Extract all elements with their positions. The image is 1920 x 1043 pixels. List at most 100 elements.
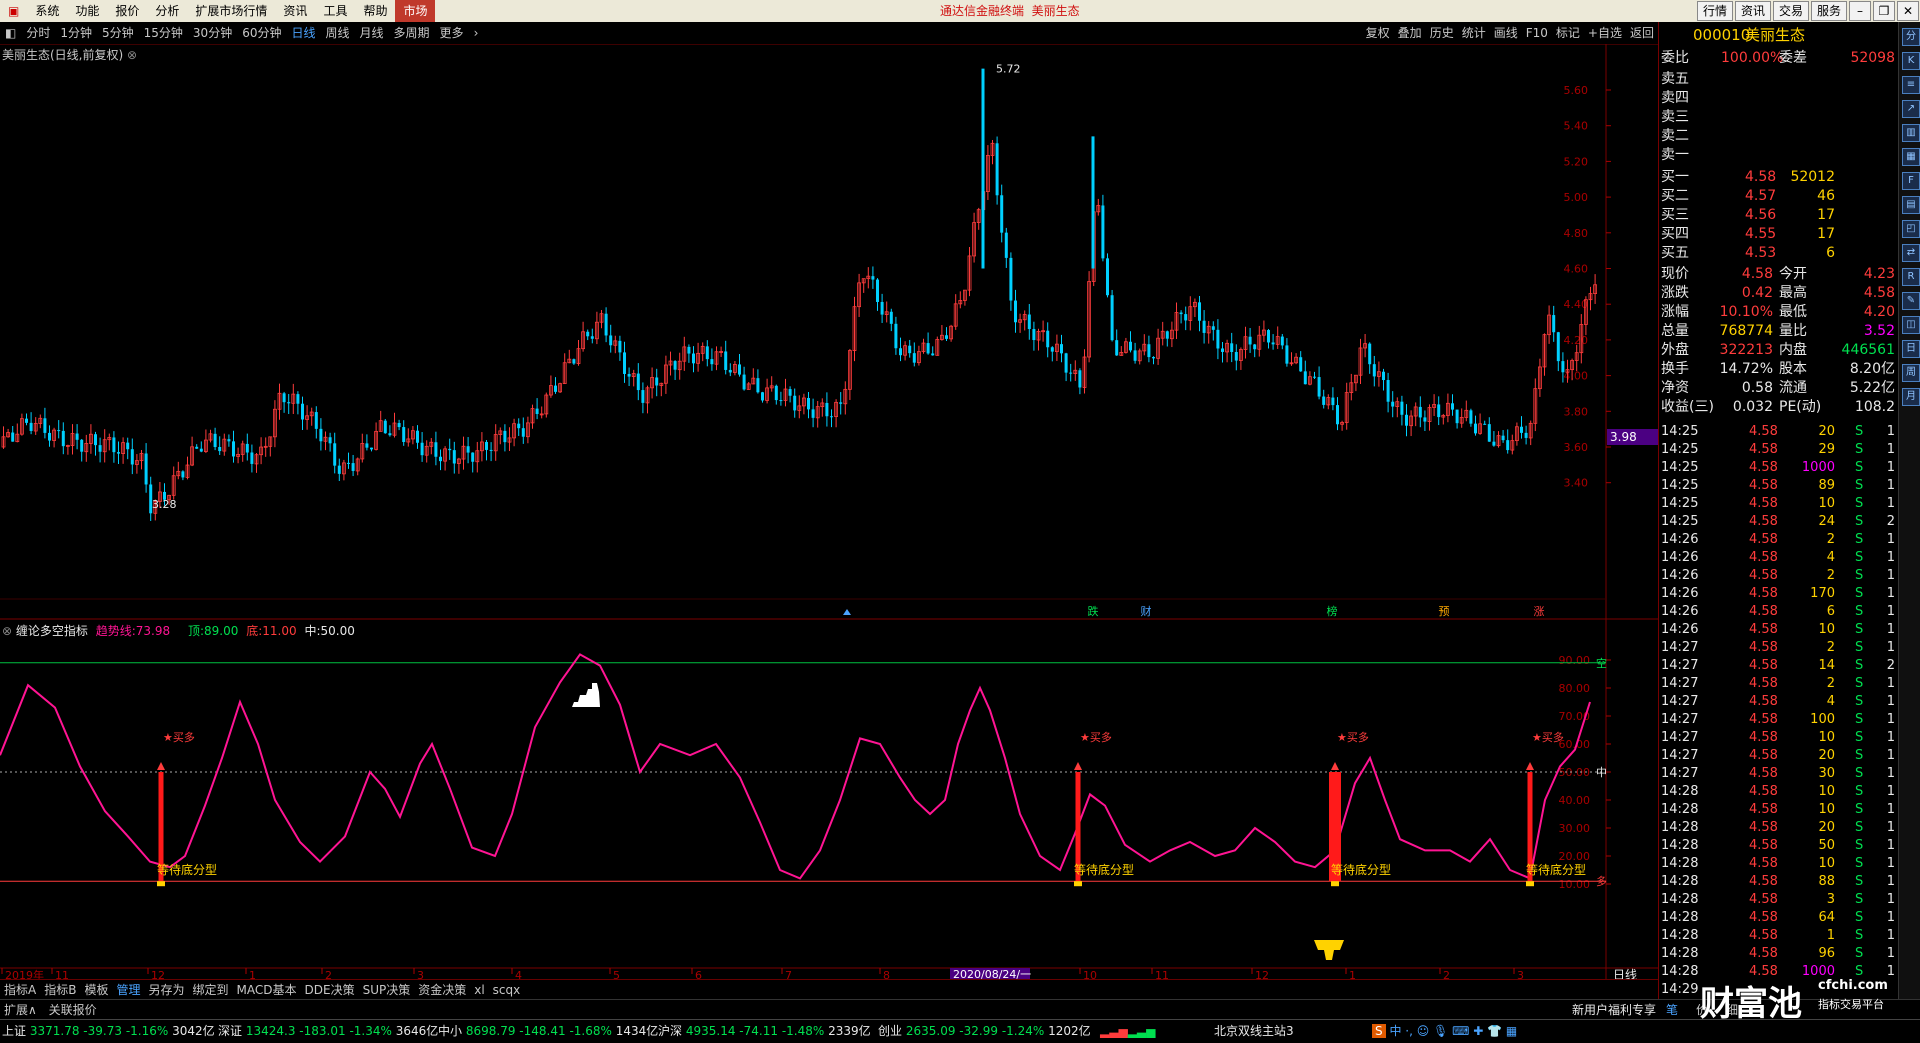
tick-count: 1 — [1886, 424, 1895, 439]
tool-5[interactable]: F10 — [1522, 22, 1552, 44]
day-icon[interactable]: 日 — [1902, 340, 1920, 358]
trend-icon[interactable]: ↗ — [1902, 100, 1920, 118]
period-1[interactable]: 1分钟 — [55, 22, 97, 44]
period-2[interactable]: 5分钟 — [97, 22, 139, 44]
tool-2[interactable]: 历史 — [1426, 22, 1458, 44]
menu-market[interactable]: 市场 — [395, 0, 436, 22]
tool-7[interactable]: +自选 — [1584, 22, 1626, 44]
period-6[interactable]: 日线 — [286, 22, 320, 44]
bar-icon[interactable]: ▥ — [1902, 124, 1920, 142]
candle-body — [912, 353, 916, 363]
news-button[interactable]: 资讯 — [1734, 1, 1771, 21]
indicator-tab-10[interactable]: xl — [470, 980, 488, 1000]
menu-item-4[interactable]: 扩展市场行情 — [187, 0, 275, 22]
indicator-tab-0[interactable]: 指标A — [0, 980, 40, 1000]
candle-body — [1501, 435, 1505, 441]
tool-1[interactable]: 叠加 — [1394, 22, 1426, 44]
menu-item-0[interactable]: 系统 — [27, 0, 67, 22]
menu-item-7[interactable]: 帮助 — [355, 0, 395, 22]
indicator-tab-2[interactable]: 模板 — [80, 980, 112, 1000]
expand-button[interactable]: 扩展∧ — [0, 1000, 41, 1020]
compare-icon[interactable]: ⇄ — [1902, 244, 1920, 262]
tick-price: 4.58 — [1749, 910, 1778, 925]
tick-row: 14:25 4.58 1000 S 1 — [1659, 459, 1899, 477]
chart-area[interactable]: 5.60 5.40 5.20 5.00 4.80 4.60 4.40 4.20 4.00 3.80… — [0, 43, 1658, 998]
close-icon[interactable]: ✕ — [1897, 1, 1919, 21]
indicator-tab-7[interactable]: DDE决策 — [301, 980, 359, 1000]
menu-item-3[interactable]: 分析 — [147, 0, 187, 22]
period-8[interactable]: 月线 — [355, 22, 389, 44]
osc-tick-label: 30.00 — [1559, 822, 1591, 835]
tool-8[interactable]: 返回 — [1626, 22, 1658, 44]
event-mark[interactable]: 预 — [1439, 605, 1450, 618]
index-quote[interactable]: 上证 3371.78 -39.73 -1.16% 3042亿 — [2, 1020, 215, 1043]
minimize-icon[interactable]: – — [1849, 1, 1871, 21]
tool-0[interactable]: 复权 — [1362, 22, 1394, 44]
indicator-tab-8[interactable]: SUP决策 — [359, 980, 415, 1000]
tool-4[interactable]: 画线 — [1490, 22, 1522, 44]
event-mark[interactable]: 涨 — [1534, 605, 1545, 618]
panel-toggle-icon[interactable]: ◧ — [0, 22, 21, 44]
candle-body — [1451, 403, 1454, 410]
service-button[interactable]: 服务 — [1810, 1, 1847, 21]
index-quote[interactable]: 深证 13424.3 -183.01 -1.34% 3646亿 — [218, 1020, 438, 1043]
chart-icon[interactable]: ◰ — [1902, 220, 1920, 238]
layer-icon[interactable]: ◫ — [1902, 316, 1920, 334]
maximize-icon[interactable]: ❐ — [1873, 1, 1895, 21]
indicator-tab-6[interactable]: MACD基本 — [233, 980, 301, 1000]
ime-toolbar[interactable]: S 中 ·, ☺ 🎙 ⌨ ✚ 👕 ▦ — [1372, 1020, 1517, 1043]
week-icon[interactable]: 周 — [1902, 364, 1920, 382]
f10-icon[interactable]: F — [1902, 172, 1920, 190]
quote-button[interactable]: 行情 — [1696, 1, 1733, 21]
indicator-tab-11[interactable]: scqx — [489, 980, 525, 1000]
menu-item-6[interactable]: 工具 — [315, 0, 355, 22]
sogou-icon[interactable]: S — [1372, 1024, 1386, 1038]
period-0[interactable]: 分时 — [21, 22, 55, 44]
server-name[interactable]: 北京双线主站3 — [1214, 1020, 1294, 1043]
chevron-right-icon[interactable]: › — [469, 22, 484, 44]
indicator-tab-1[interactable]: 指标B — [40, 980, 80, 1000]
related-quote-button[interactable]: 关联报价 — [45, 1000, 101, 1020]
menu-item-1[interactable]: 功能 — [67, 0, 107, 22]
grid-icon[interactable]: ▦ — [1902, 148, 1920, 166]
period-7[interactable]: 周线 — [321, 22, 355, 44]
tool-3[interactable]: 统计 — [1458, 22, 1490, 44]
minute-chart-icon[interactable]: 分 — [1902, 28, 1920, 46]
period-3[interactable]: 15分钟 — [139, 22, 188, 44]
kline-chart-svg[interactable]: 5.605.405.205.004.804.604.404.204.003.80… — [0, 43, 1658, 982]
event-mark[interactable]: 榜 — [1327, 604, 1338, 618]
month-icon[interactable]: 月 — [1902, 388, 1920, 406]
date-label: 8 — [883, 969, 890, 979]
period-10[interactable]: 更多 — [435, 22, 469, 44]
list-icon[interactable]: ≡ — [1902, 76, 1920, 94]
tab-bi[interactable]: 笔 — [1666, 1000, 1678, 1020]
index-quote[interactable]: 创业 2635.09 -32.99 -1.24% 1202亿 — [878, 1020, 1091, 1043]
indicator-tab-5[interactable]: 绑定到 — [189, 980, 233, 1000]
indicator-settings-icon[interactable]: ⊗ — [2, 624, 12, 638]
stat-label: 总量 — [1661, 323, 1689, 339]
period-4[interactable]: 30分钟 — [188, 22, 237, 44]
event-mark[interactable]: 跌 — [1088, 604, 1099, 618]
tick-volume: 100 — [1810, 712, 1835, 727]
indicator-tab-4[interactable]: 另存为 — [144, 980, 188, 1000]
pencil-icon[interactable]: ✎ — [1902, 292, 1920, 310]
menu-item-2[interactable]: 报价 — [107, 0, 147, 22]
new-user-link[interactable]: 新用户福利专享 — [1572, 1000, 1656, 1020]
event-mark[interactable]: 财 — [1141, 604, 1152, 618]
date-label: 12 — [1255, 969, 1269, 979]
period-5[interactable]: 60分钟 — [237, 22, 286, 44]
index-quote[interactable]: 沪深 4935.14 -74.11 -1.48% 2339亿 — [658, 1020, 871, 1043]
indicator-tab-9[interactable]: 资金决策 — [414, 980, 470, 1000]
tool-6[interactable]: 标记 — [1552, 22, 1584, 44]
indicator-tab-3[interactable]: 管理 — [112, 980, 144, 1000]
kline-icon[interactable]: K — [1902, 52, 1920, 70]
settings-circle-icon[interactable]: ⊗ — [127, 48, 137, 62]
index-quote[interactable]: 中小 8698.79 -148.41 -1.68% 1434亿 — [438, 1020, 658, 1043]
tick-count: 1 — [1886, 478, 1895, 493]
menu-item-5[interactable]: 资讯 — [275, 0, 315, 22]
trade-button[interactable]: 交易 — [1772, 1, 1809, 21]
period-9[interactable]: 多周期 — [389, 22, 435, 44]
ime-icons[interactable]: 中 ·, ☺ 🎙 ⌨ ✚ 👕 ▦ — [1389, 1024, 1517, 1038]
rsi-icon[interactable]: R — [1902, 268, 1920, 286]
doc-icon[interactable]: ▤ — [1902, 196, 1920, 214]
